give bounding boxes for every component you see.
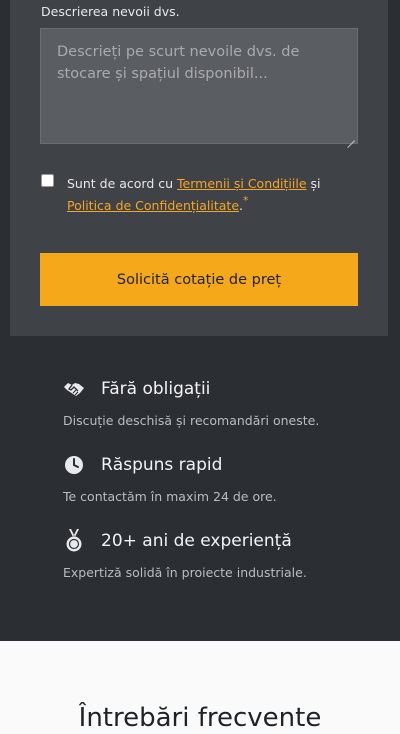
- faq-section: Întrebări frecvente: [0, 641, 400, 734]
- medal-icon: [63, 529, 85, 552]
- contact-section: Descrierea nevoii dvs. Descrieți pe scur…: [0, 0, 400, 641]
- clock-icon: [63, 454, 85, 476]
- feature-fast-response: Răspuns rapid Te contactăm în maxim 24 d…: [63, 453, 363, 504]
- description-textarea[interactable]: Descrieți pe scurt nevoile dvs. de stoca…: [40, 28, 358, 144]
- consent-text: Sunt de acord cu Termenii și Condițiile …: [67, 173, 357, 218]
- privacy-link[interactable]: Politica de Confidențialitate: [67, 198, 239, 213]
- terms-link[interactable]: Termenii și Condițiile: [177, 176, 307, 191]
- feature-description: Te contactăm în maxim 24 de ore.: [63, 489, 277, 504]
- request-quote-button[interactable]: Solicită cotație de preț: [40, 253, 358, 306]
- consent-checkbox[interactable]: [41, 174, 54, 187]
- description-placeholder: Descrieți pe scurt nevoile dvs. de stoca…: [57, 44, 300, 82]
- faq-title: Întrebări frecvente: [78, 703, 322, 733]
- required-mark: *: [243, 194, 249, 207]
- consent-prefix: Sunt de acord cu: [67, 176, 178, 191]
- feature-title: 20+ ani de experiență: [101, 531, 292, 551]
- resize-handle-icon[interactable]: [347, 133, 355, 141]
- feature-description: Discuție deschisă și recomandări oneste.: [63, 413, 320, 428]
- feature-title: Fără obligații: [101, 379, 211, 399]
- feature-title: Răspuns rapid: [101, 455, 223, 475]
- feature-description: Expertiză solidă în proiecte industriale…: [63, 565, 307, 580]
- handshake-icon: [63, 378, 85, 400]
- feature-no-obligation: Fără obligații Discuție deschisă și reco…: [63, 377, 363, 428]
- description-label: Descrierea nevoii dvs.: [41, 4, 180, 19]
- feature-experience: 20+ ani de experiență Expertiză solidă î…: [63, 529, 363, 580]
- consent-middle: și: [306, 176, 321, 191]
